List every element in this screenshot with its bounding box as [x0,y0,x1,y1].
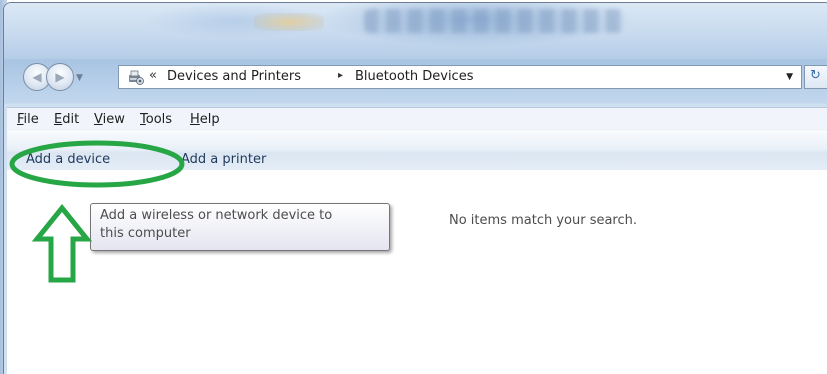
menu-file[interactable]: File [17,112,39,127]
address-overflow-chevron[interactable]: « [149,68,157,83]
tooltip-line-2: this computer [100,226,191,241]
menu-help[interactable]: Help [190,112,220,127]
menu-bar: File Edit View Tools Help [7,107,827,132]
breadcrumb-devices-and-printers[interactable]: Devices and Printers [167,69,301,84]
title-bar [4,3,827,59]
recent-pages-dropdown[interactable]: ▼ [76,73,83,83]
add-device-tooltip: Add a wireless or network device to this… [90,203,390,251]
title-blur-blob [254,13,324,31]
forward-arrow-icon: ▶ [55,70,65,84]
content-pane [7,170,827,374]
forward-button[interactable]: ▶ [46,63,74,91]
add-printer-button[interactable]: Add a printer [181,152,266,167]
chevron-down-icon[interactable]: ▼ [786,72,793,82]
menu-view[interactable]: View [94,112,125,127]
title-blur-stripes [364,9,624,33]
breadcrumb-bluetooth-devices[interactable]: Bluetooth Devices [355,69,473,84]
menu-edit[interactable]: Edit [54,112,79,127]
refresh-button[interactable]: ↻ [804,65,827,89]
command-bar: Add a device Add a printer [7,131,827,171]
menu-tools[interactable]: Tools [140,112,172,127]
empty-results-message: No items match your search. [449,213,638,228]
address-bar[interactable]: « Devices and Printers ▸ Bluetooth Devic… [118,65,802,89]
refresh-icon: ↻ [810,68,821,83]
navigation-bar: ◀ ▶ ▼ « Devices and Printers ▸ Bluetooth… [4,55,827,95]
explorer-window: ◀ ▶ ▼ « Devices and Printers ▸ Bluetooth… [0,0,827,374]
breadcrumb-separator-icon[interactable]: ▸ [338,70,343,81]
devices-printers-icon [129,70,144,85]
add-device-button[interactable]: Add a device [26,152,110,167]
tooltip-line-1: Add a wireless or network device to [100,208,333,223]
